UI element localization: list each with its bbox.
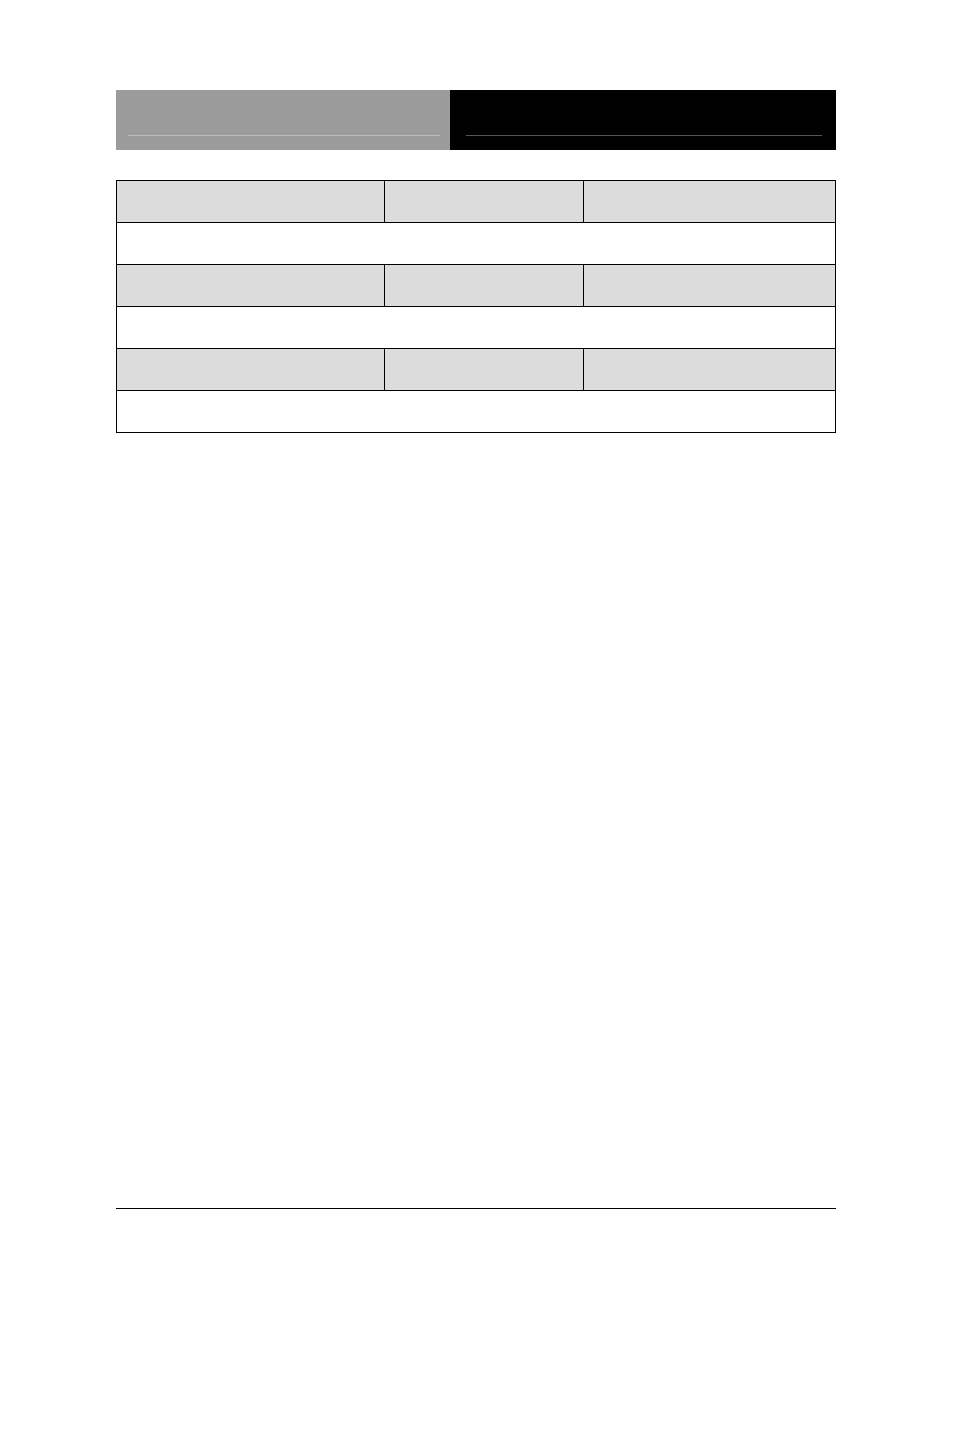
table-cell [584, 349, 836, 391]
header-right-underline [466, 135, 822, 136]
table-cell [117, 181, 385, 223]
header-left-underline [128, 135, 440, 136]
table-cell [384, 265, 584, 307]
table-cell-merged [117, 307, 836, 349]
table-cell [584, 265, 836, 307]
table-row [117, 265, 836, 307]
header-band [116, 90, 836, 150]
table-cell [584, 181, 836, 223]
table-cell-merged [117, 223, 836, 265]
table-cell-merged [117, 391, 836, 433]
table-row [117, 223, 836, 265]
table-cell [384, 349, 584, 391]
data-table [116, 180, 836, 433]
table-cell [117, 265, 385, 307]
table-row [117, 181, 836, 223]
footer-rule [116, 1208, 836, 1209]
table-row [117, 307, 836, 349]
header-right-panel [450, 90, 836, 150]
table-row [117, 391, 836, 433]
page-content [116, 90, 836, 433]
table-cell [384, 181, 584, 223]
table-row [117, 349, 836, 391]
header-left-panel [116, 90, 450, 150]
table-cell [117, 349, 385, 391]
